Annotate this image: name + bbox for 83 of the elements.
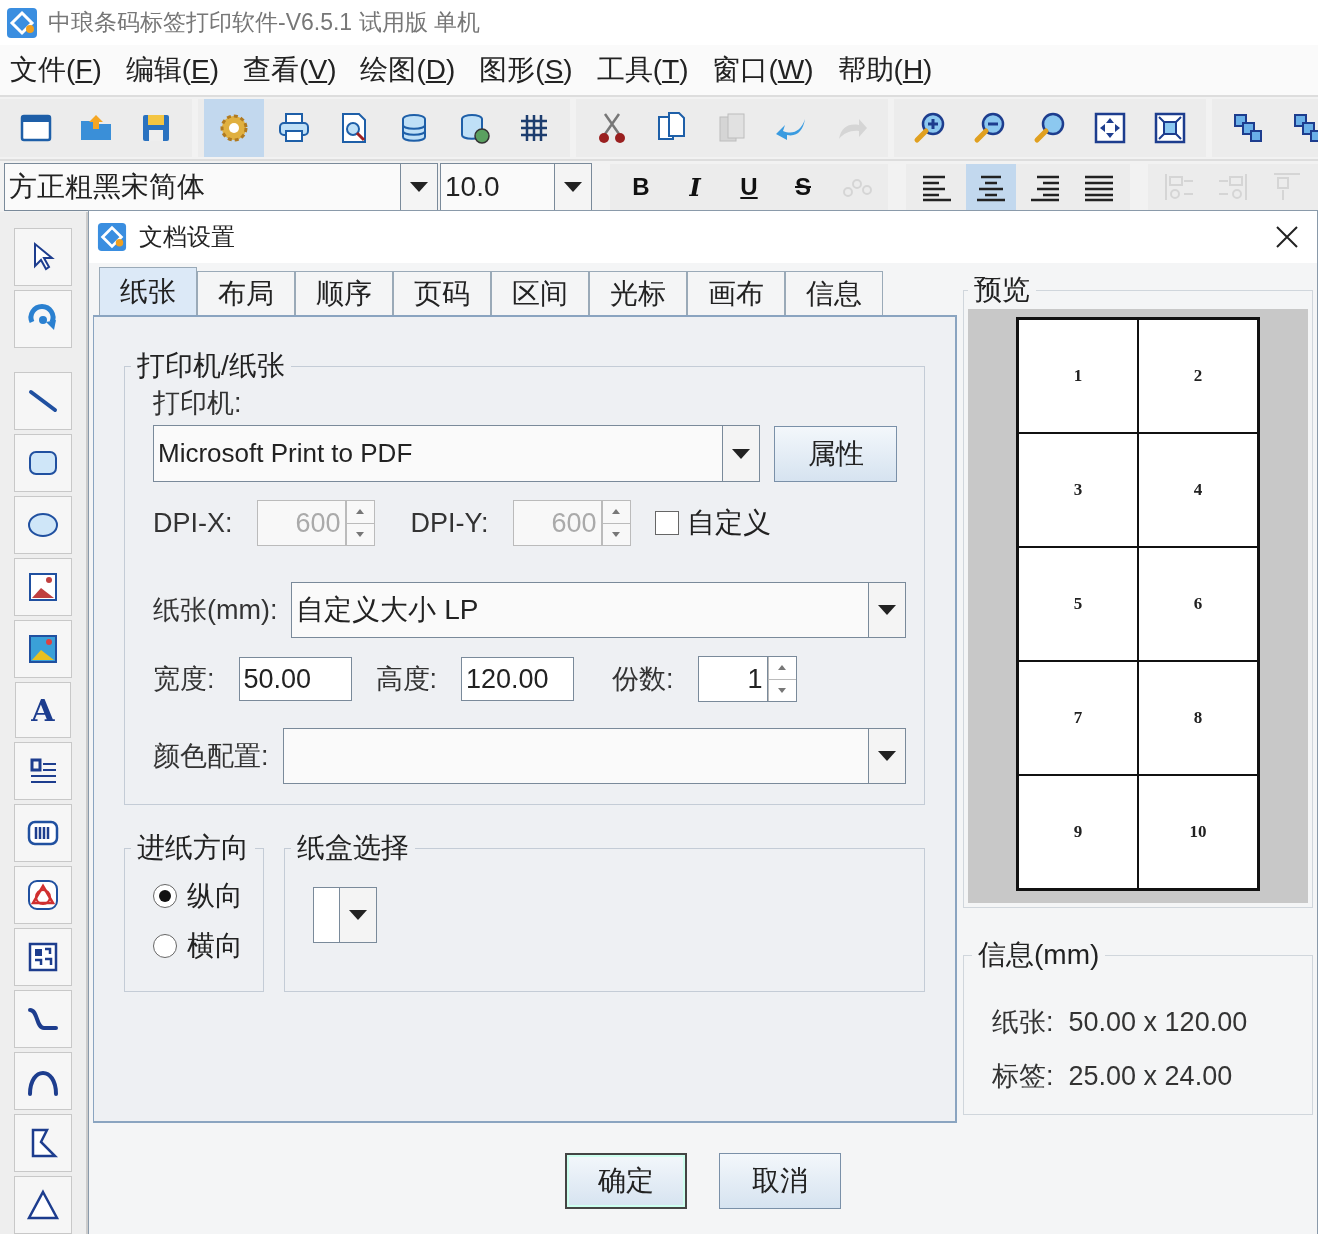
tray-combo[interactable]: [313, 887, 377, 943]
copies-field[interactable]: 1: [697, 656, 767, 702]
orientation-radio[interactable]: 纵向: [153, 871, 243, 921]
label-cell: 8: [1138, 661, 1258, 775]
label-cell: 2: [1138, 319, 1258, 433]
info-text: 标签: 25.00 x 24.00: [992, 1060, 1234, 1093]
dropdown-arrow-icon[interactable]: [564, 182, 582, 192]
text-tool-button[interactable]: A: [15, 682, 71, 738]
field-label: DPI-Y:: [410, 507, 489, 539]
dialog-button[interactable]: 取消: [719, 1153, 841, 1209]
height-field[interactable]: 120.00: [461, 657, 575, 701]
label-cell: 9: [1018, 775, 1138, 889]
menu-item[interactable]: 文件(F): [10, 51, 102, 89]
label-cell: 3: [1018, 433, 1138, 547]
properties-button[interactable]: 属性: [774, 425, 897, 482]
field-label: 颜色配置:: [153, 740, 269, 773]
qr-code-icon: [26, 940, 60, 974]
spin-up-icon[interactable]: [356, 509, 364, 515]
info-text: 纸张: 50.00 x 120.00: [992, 1006, 1249, 1039]
tab[interactable]: 区间: [491, 271, 589, 315]
field-label: 打印机:: [153, 387, 243, 420]
label-cell: 4: [1138, 433, 1258, 547]
custom-checkbox[interactable]: 自定义: [654, 504, 771, 542]
spin-up-icon[interactable]: [612, 509, 621, 515]
align-center-icon[interactable]: [966, 164, 1016, 210]
orientation-radio[interactable]: 横向: [153, 921, 243, 971]
triangle-icon: [26, 1188, 60, 1222]
label-cell: 6: [1138, 547, 1258, 661]
field-label: 高度:: [375, 663, 438, 696]
field-label: 纸张(mm):: [153, 594, 278, 627]
menu-item[interactable]: 窗口(W): [712, 51, 814, 89]
spin-down-icon[interactable]: [778, 687, 787, 693]
bold-button[interactable]: B: [616, 164, 666, 210]
tab[interactable]: 光标: [589, 271, 687, 315]
dropdown-arrow-icon[interactable]: [410, 182, 428, 192]
field-label: 份数:: [612, 663, 674, 696]
menu-item[interactable]: 图形(S): [479, 51, 573, 89]
tab[interactable]: 布局: [197, 271, 295, 315]
font-size-combo[interactable]: 10.0: [440, 163, 592, 211]
group-legend: 纸盒选择: [291, 829, 415, 867]
tab[interactable]: 信息: [785, 271, 883, 315]
underline-button[interactable]: U: [724, 164, 774, 210]
label-cell: 7: [1018, 661, 1138, 775]
tab[interactable]: 画布: [687, 271, 785, 315]
menu-item[interactable]: 帮助(H): [837, 51, 933, 89]
dropdown-arrow-icon[interactable]: [732, 448, 750, 459]
field-label: 宽度:: [153, 663, 215, 696]
spin-down-icon[interactable]: [356, 531, 364, 537]
menu-item[interactable]: 查看(V): [243, 51, 337, 89]
gear-icon[interactable]: [204, 99, 264, 157]
label-cell: 10: [1138, 775, 1258, 889]
label-cell: 1: [1018, 319, 1138, 433]
dropdown-arrow-icon[interactable]: [878, 751, 896, 761]
font-combo[interactable]: 方正粗黑宋简体: [4, 163, 438, 211]
dialog-button[interactable]: 确定: [565, 1153, 687, 1209]
dialog-title: 文档设置: [139, 222, 236, 252]
menu-item[interactable]: 工具(T): [596, 51, 689, 89]
paper-combo[interactable]: 自定义大小 LP: [291, 582, 906, 638]
tab[interactable]: 纸张: [99, 267, 197, 315]
group-legend: 打印机/纸张: [131, 347, 291, 385]
tab[interactable]: 页码: [393, 271, 491, 315]
group-legend: 预览: [968, 271, 1036, 309]
printer-combo[interactable]: Microsoft Print to PDF: [153, 425, 760, 482]
label-cell: 5: [1018, 547, 1138, 661]
window-title: 中琅条码标签打印软件-V6.5.1 试用版 单机: [48, 8, 480, 37]
dropdown-arrow-icon[interactable]: [878, 605, 896, 615]
color-profile-combo[interactable]: [282, 728, 906, 784]
field-label: DPI-X:: [153, 507, 233, 539]
picture-icon: [26, 632, 60, 666]
tab[interactable]: 顺序: [295, 271, 393, 315]
spin-down-icon[interactable]: [612, 531, 621, 537]
image-icon: [26, 570, 60, 604]
menu-item[interactable]: 绘图(D): [360, 51, 456, 89]
width-field[interactable]: 50.00: [238, 657, 352, 701]
app-logo-icon: [6, 6, 38, 39]
group-legend: 信息(mm): [972, 936, 1106, 974]
dropdown-arrow-icon[interactable]: [349, 910, 367, 920]
menu-item[interactable]: 编辑(E): [125, 51, 220, 89]
strike-button[interactable]: S: [778, 164, 828, 210]
app-logo-icon: [97, 222, 127, 252]
spin-up-icon[interactable]: [778, 665, 787, 671]
italic-button[interactable]: I: [670, 164, 720, 210]
group-legend: 进纸方向: [131, 829, 255, 867]
